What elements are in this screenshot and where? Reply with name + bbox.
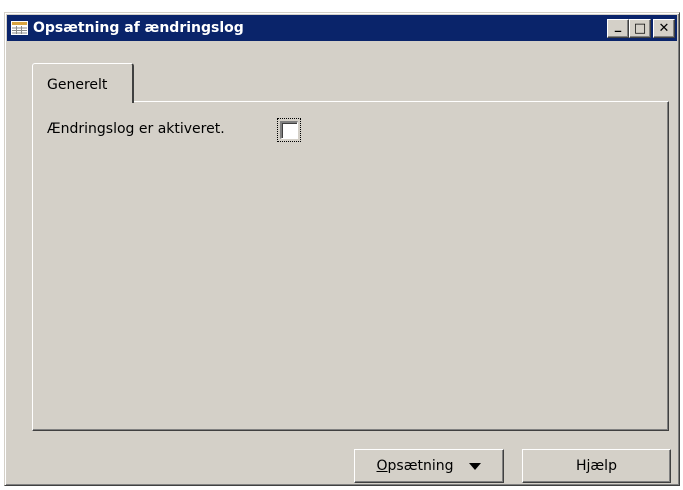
minimize-icon: _	[614, 18, 622, 33]
help-button[interactable]: Hjælp	[522, 449, 671, 483]
setup-button-label: Opsætning	[377, 458, 454, 474]
minimize-button[interactable]: _	[607, 19, 629, 38]
form-icon	[10, 20, 28, 36]
change-log-activated-checkbox[interactable]	[280, 121, 298, 139]
title-bar[interactable]: Opsætning af ændringslog _ □ ✕	[7, 15, 677, 41]
setup-menu-button[interactable]: Opsætning	[354, 449, 504, 483]
chevron-down-icon	[469, 462, 482, 470]
change-log-setup-window: Opsætning af ændringslog _ □ ✕ Generelt …	[4, 12, 680, 486]
help-button-label: Hjælp	[576, 458, 617, 474]
tab-panel-generelt: Ændringslog er aktiveret.	[32, 101, 669, 431]
change-log-activated-label: Ændringslog er aktiveret.	[47, 121, 225, 137]
setup-button-mnemonic: O	[376, 458, 388, 474]
close-button[interactable]: ✕	[653, 19, 675, 38]
maximize-icon: □	[633, 21, 647, 36]
window-controls: _ □ ✕	[607, 19, 675, 38]
tab-generelt[interactable]: Generelt	[32, 63, 134, 103]
window-title: Opsætning af ændringslog	[33, 20, 244, 36]
maximize-button[interactable]: □	[629, 19, 651, 38]
change-log-activated-checkbox-focus[interactable]	[277, 118, 301, 142]
close-icon: ✕	[658, 21, 670, 36]
tab-label: Generelt	[47, 77, 108, 93]
setup-button-label-rest: psætning	[387, 458, 454, 474]
